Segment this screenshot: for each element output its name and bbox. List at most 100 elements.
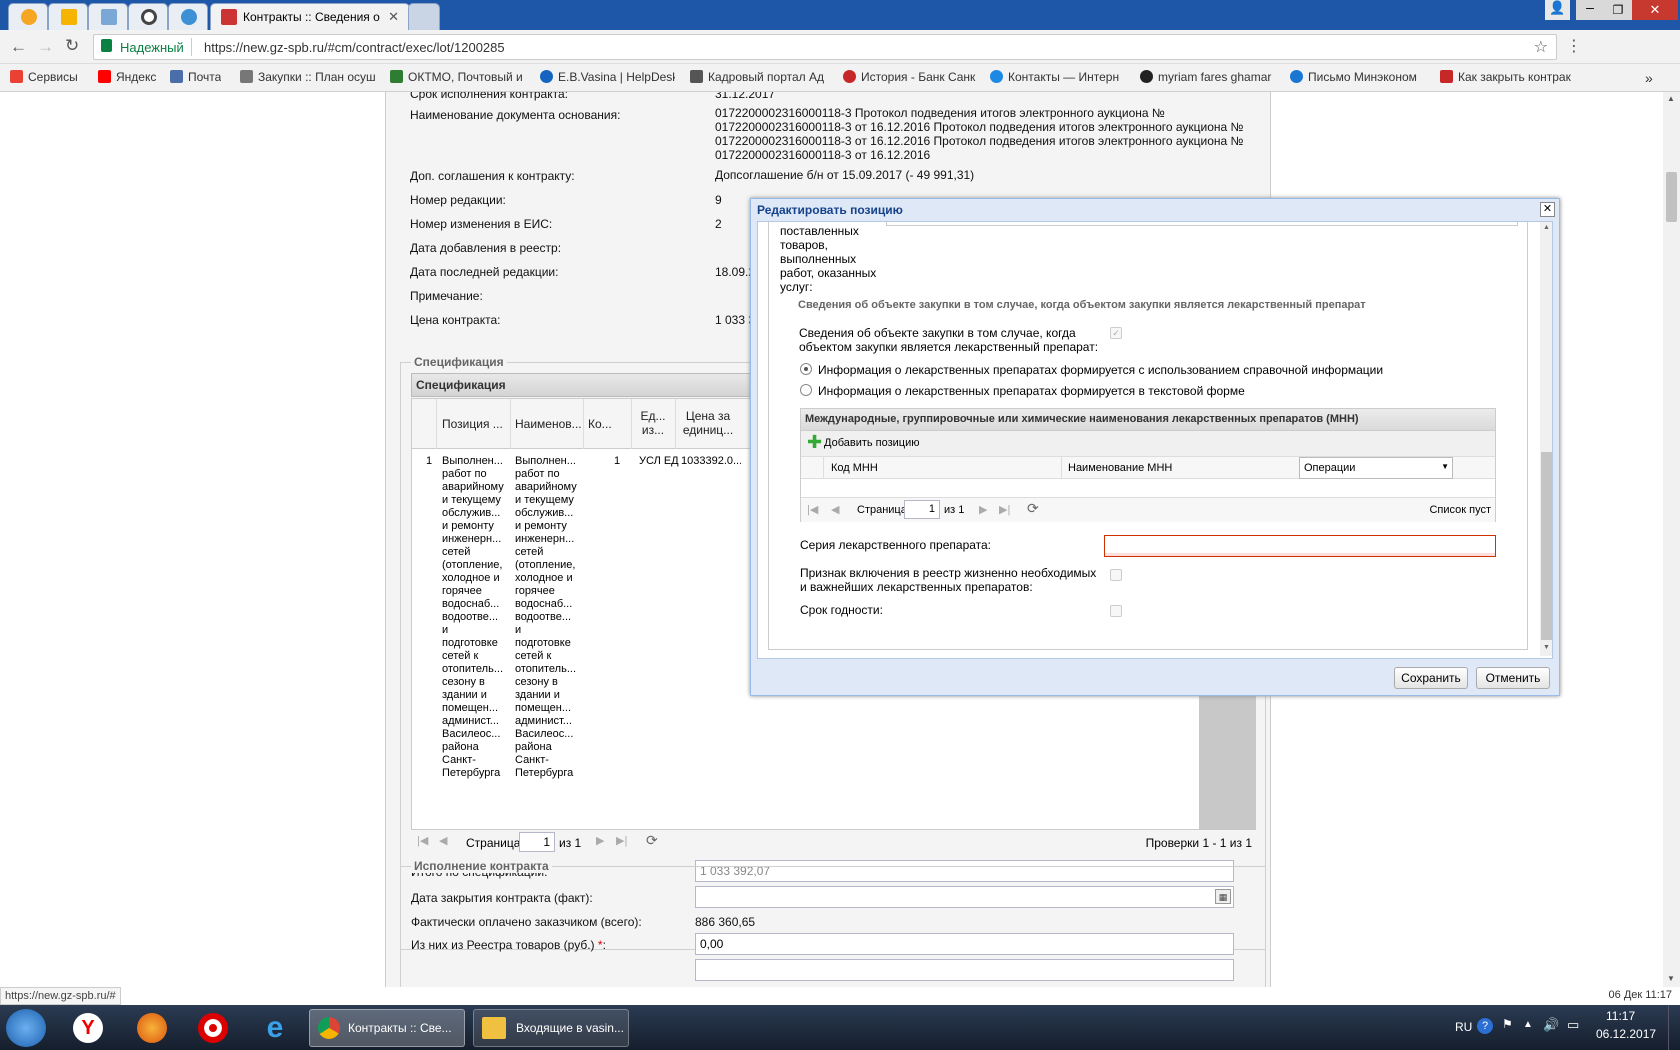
bookmark-item[interactable]: История - Банк Санк bbox=[843, 70, 978, 84]
scroll-down-icon[interactable]: ▼ bbox=[1667, 974, 1675, 983]
addl-value[interactable]: Допсоглашение б/н от 15.09.2017 (- 49 99… bbox=[715, 168, 974, 182]
network-icon[interactable]: ▭ bbox=[1567, 1017, 1579, 1033]
start-button[interactable] bbox=[6, 1009, 46, 1047]
prev-page-icon[interactable]: ◀ bbox=[831, 503, 839, 516]
registry-input[interactable]: 0,00 bbox=[695, 933, 1234, 955]
opera-icon[interactable] bbox=[198, 1013, 228, 1043]
clock-time[interactable]: 11:17 bbox=[1606, 1009, 1635, 1023]
close-window-button[interactable]: ✕ bbox=[1632, 0, 1678, 20]
grid-scroll-area[interactable] bbox=[1199, 684, 1256, 830]
address-bar[interactable]: Надежный https://new.gz-spb.ru/#cm/contr… bbox=[93, 34, 1557, 60]
ie-icon[interactable]: e bbox=[260, 1013, 290, 1043]
next-page-icon[interactable]: ▶ bbox=[979, 503, 987, 516]
forward-icon[interactable]: → bbox=[37, 37, 54, 57]
dropdown-arrow-icon[interactable]: ▼ bbox=[1441, 462, 1449, 471]
scroll-up-icon[interactable]: ▲ bbox=[1543, 224, 1550, 231]
close-tab-icon[interactable]: ✕ bbox=[388, 9, 399, 25]
tray-arrow-icon[interactable]: ▲ bbox=[1523, 1019, 1533, 1030]
page-input[interactable]: 1 bbox=[519, 832, 555, 852]
bookmark-item[interactable]: Контакты — Интерн bbox=[990, 70, 1125, 84]
dialog-title: Редактировать позицию bbox=[757, 203, 903, 217]
bookmark-item[interactable]: Закупки :: План осуш bbox=[240, 70, 375, 84]
col-price[interactable]: Цена за единиц... bbox=[678, 409, 738, 437]
scroll-thumb[interactable] bbox=[1666, 172, 1677, 222]
prev-page-icon[interactable]: ◀ bbox=[439, 834, 447, 847]
firefox-icon[interactable] bbox=[137, 1013, 167, 1043]
back-icon[interactable]: ← bbox=[10, 37, 27, 57]
save-button[interactable]: Сохранить bbox=[1394, 667, 1468, 689]
help-icon[interactable]: ? bbox=[1477, 1018, 1493, 1034]
scroll-up-icon[interactable]: ▲ bbox=[1667, 94, 1675, 103]
show-desktop-button[interactable] bbox=[1668, 1005, 1680, 1050]
mnn-page-input[interactable]: 1 bbox=[904, 500, 940, 519]
close-date-input[interactable]: ▦ bbox=[695, 886, 1234, 908]
more-bookmarks-icon[interactable]: » bbox=[1645, 70, 1653, 86]
ops-column-header[interactable]: Операции ▼ bbox=[1299, 457, 1453, 479]
tab-active[interactable]: Контракты :: Сведения о ✕ bbox=[210, 3, 410, 30]
last-page-icon[interactable]: ▶| bbox=[999, 503, 1010, 516]
radio-reference[interactable] bbox=[800, 363, 812, 375]
bookmark-item[interactable]: Почта bbox=[170, 70, 221, 84]
refresh-icon[interactable]: ⟳ bbox=[646, 832, 658, 849]
col-name[interactable]: Наименов... bbox=[515, 417, 583, 431]
next-input[interactable] bbox=[695, 959, 1234, 981]
tab-pinned-5[interactable] bbox=[168, 3, 208, 30]
series-input[interactable] bbox=[1104, 535, 1496, 557]
refresh-icon[interactable]: ⟳ bbox=[1027, 500, 1039, 517]
add-icon[interactable]: ✚ bbox=[807, 433, 822, 451]
col-unit[interactable]: Ед... из... bbox=[636, 409, 670, 437]
col-mnn-code[interactable]: Код МНН bbox=[831, 462, 878, 474]
bookmark-item[interactable]: Кадровый портал Ад bbox=[690, 70, 825, 84]
status-url: https://new.gz-spb.ru/# bbox=[0, 987, 121, 1005]
col-mnn-name[interactable]: Наименование МНН bbox=[1068, 462, 1172, 474]
reload-icon[interactable]: ↻ bbox=[65, 36, 79, 56]
bookmark-item[interactable]: Как закрыть контрак bbox=[1440, 70, 1575, 84]
col-qty[interactable]: Ко... bbox=[588, 417, 628, 431]
tab-pinned-1[interactable] bbox=[8, 3, 48, 30]
last-page-icon[interactable]: ▶| bbox=[616, 834, 627, 847]
star-icon[interactable]: ☆ bbox=[1534, 37, 1548, 57]
tab-pinned-2[interactable] bbox=[48, 3, 88, 30]
cancel-button[interactable]: Отменить bbox=[1476, 667, 1550, 689]
first-page-icon[interactable]: |◀ bbox=[417, 834, 428, 847]
clock-date[interactable]: 06.12.2017 bbox=[1596, 1027, 1656, 1041]
bookmark-item[interactable]: Сервисы bbox=[10, 70, 78, 84]
language-indicator[interactable]: RU bbox=[1455, 1020, 1472, 1034]
bookmark-item[interactable]: E.B.Vasina | HelpDesk bbox=[540, 70, 675, 84]
menu-icon[interactable]: ⋮ bbox=[1566, 36, 1582, 56]
dialog-scroll-thumb[interactable] bbox=[1541, 452, 1552, 640]
tab-pinned-3[interactable] bbox=[88, 3, 128, 30]
radio-text[interactable] bbox=[800, 384, 812, 396]
bookmark-item[interactable]: myriam fares ghamar bbox=[1140, 70, 1275, 84]
dialog-scrollbar[interactable]: ▲ ▼ bbox=[1540, 222, 1552, 656]
bookmark-item[interactable]: Письмо Минэконом bbox=[1290, 70, 1425, 84]
col-position[interactable]: Позиция ... bbox=[442, 417, 510, 431]
radio-text-label[interactable]: Информация о лекарственных препаратах фо… bbox=[818, 384, 1245, 398]
flag-icon[interactable]: ⚑ bbox=[1502, 1017, 1513, 1031]
first-page-icon[interactable]: |◀ bbox=[807, 503, 818, 516]
add-position-button[interactable]: Добавить позицию bbox=[824, 437, 920, 449]
user-icon[interactable]: 👤 bbox=[1545, 0, 1570, 20]
scroll-down-icon[interactable]: ▼ bbox=[1543, 644, 1550, 651]
registry-flag-checkbox[interactable] bbox=[1110, 569, 1122, 581]
drug-info-checkbox[interactable]: ✓ bbox=[1110, 327, 1122, 339]
next-page-icon[interactable]: ▶ bbox=[596, 834, 604, 847]
tab-pinned-4[interactable] bbox=[128, 3, 168, 30]
radio-reference-label[interactable]: Информация о лекарственных препаратах фо… bbox=[818, 363, 1383, 377]
minimize-button[interactable]: – bbox=[1576, 0, 1604, 20]
yandex-browser-icon[interactable]: Y bbox=[73, 1013, 103, 1043]
calendar-icon[interactable]: ▦ bbox=[1215, 889, 1231, 904]
new-tab-button[interactable] bbox=[408, 3, 440, 30]
expiry-checkbox[interactable] bbox=[1110, 605, 1122, 617]
row-position[interactable]: Выполнен... работ по аварийному и текуще… bbox=[442, 455, 510, 780]
bookmark-item[interactable]: ОКТМО, Почтовый и bbox=[390, 70, 525, 84]
bookmark-item[interactable]: Яндекс bbox=[98, 70, 156, 84]
task-outlook[interactable]: Входящие в vasin... bbox=[473, 1009, 629, 1047]
restore-button[interactable]: ❐ bbox=[1604, 0, 1632, 20]
dialog-close-icon[interactable]: ✕ bbox=[1540, 202, 1555, 217]
task-chrome[interactable]: Контракты :: Све... bbox=[309, 1009, 465, 1047]
volume-icon[interactable]: 🔊 bbox=[1543, 1017, 1559, 1033]
row-name[interactable]: Выполнен... работ по аварийному и текуще… bbox=[515, 455, 583, 780]
url-text[interactable]: https://new.gz-spb.ru/#cm/contract/exec/… bbox=[204, 40, 505, 55]
page-scrollbar[interactable]: ▲ ▼ bbox=[1663, 92, 1680, 987]
